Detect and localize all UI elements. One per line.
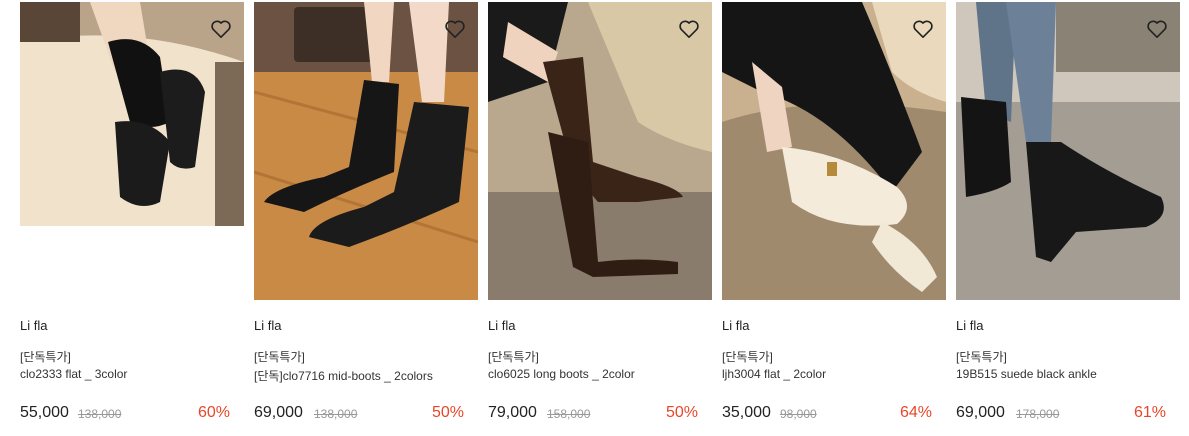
sale-price: 69,000 [254, 404, 303, 421]
original-price: 178,000 [1016, 407, 1060, 421]
price-row: 35,000 98,000 64% [722, 404, 932, 426]
brand-name[interactable]: Li fla [488, 318, 515, 333]
product-photo [488, 2, 712, 300]
promo-tag: [단독특가] [722, 350, 773, 364]
product-photo [722, 2, 946, 300]
product-card[interactable]: Li fla [단독특가] clo6025 long boots _ 2colo… [488, 0, 714, 436]
price-row: 69,000 178,000 61% [956, 404, 1166, 426]
product-name[interactable]: clo6025 long boots _ 2color [488, 367, 635, 381]
promo-tag: [단독특가] [488, 350, 539, 364]
price-row: 55,000 138,000 60% [20, 404, 230, 426]
heart-outline-icon[interactable] [210, 19, 232, 39]
product-image[interactable] [722, 2, 946, 300]
heart-outline-icon[interactable] [678, 19, 700, 39]
discount-rate: 50% [665, 404, 698, 421]
price-row: 79,000 158,000 50% [488, 404, 698, 426]
heart-outline-icon[interactable] [912, 19, 934, 39]
original-price: 98,000 [780, 407, 817, 421]
product-name[interactable]: clo2333 flat _ 3color [20, 367, 127, 381]
sale-price: 35,000 [722, 404, 771, 421]
brand-name[interactable]: Li fla [956, 318, 983, 333]
promo-tag: [단독특가] [20, 350, 71, 364]
discount-rate: 60% [197, 404, 230, 421]
product-image[interactable] [254, 2, 478, 300]
promo-tag: [단독특가] [956, 350, 1007, 364]
product-name[interactable]: [단독]clo7716 mid-boots _ 2colors [254, 367, 433, 384]
product-name[interactable]: 19B515 suede black ankle [956, 367, 1097, 381]
sale-price: 69,000 [956, 404, 1005, 421]
brand-name[interactable]: Li fla [722, 318, 749, 333]
discount-rate: 50% [431, 404, 464, 421]
heart-outline-icon[interactable] [1146, 19, 1168, 39]
discount-rate: 64% [899, 404, 932, 421]
sale-price: 79,000 [488, 404, 537, 421]
product-name[interactable]: ljh3004 flat _ 2color [722, 367, 826, 381]
product-image[interactable] [488, 2, 712, 300]
product-photo [254, 2, 478, 300]
brand-name[interactable]: Li fla [20, 318, 47, 333]
product-card[interactable]: Li fla [단독특가] [단독]clo7716 mid-boots _ 2c… [254, 0, 480, 436]
product-grid: Li fla [단독특가] clo2333 flat _ 3color 55,0… [0, 0, 1189, 436]
product-card[interactable]: Li fla [단독특가] ljh3004 flat _ 2color 35,0… [722, 0, 948, 436]
product-card[interactable]: Li fla [단독특가] 19B515 suede black ankle 6… [956, 0, 1182, 436]
original-price: 138,000 [78, 407, 122, 421]
product-image[interactable] [956, 2, 1180, 300]
original-price: 158,000 [547, 407, 591, 421]
promo-tag: [단독특가] [254, 350, 305, 364]
heart-outline-icon[interactable] [444, 19, 466, 39]
brand-name[interactable]: Li fla [254, 318, 281, 333]
product-photo [956, 2, 1180, 300]
sale-price: 55,000 [20, 404, 69, 421]
discount-rate: 61% [1133, 404, 1166, 421]
original-price: 138,000 [314, 407, 358, 421]
product-image[interactable] [20, 2, 244, 226]
product-card[interactable]: Li fla [단독특가] clo2333 flat _ 3color 55,0… [20, 0, 246, 436]
price-row: 69,000 138,000 50% [254, 404, 464, 426]
